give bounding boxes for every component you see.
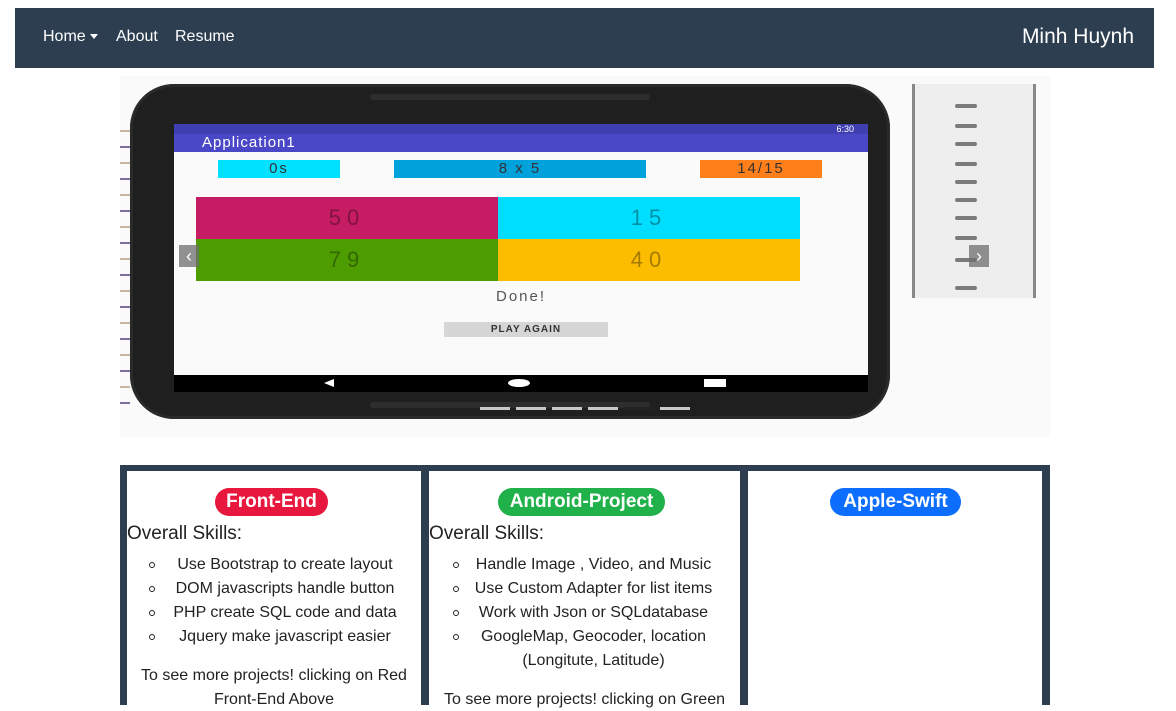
volume-down-icon [955, 142, 977, 146]
nav-home-dropdown[interactable]: Home [43, 28, 98, 46]
home-icon [508, 379, 530, 387]
app-toolbar: Application1 [174, 134, 868, 152]
camera-icon [955, 198, 977, 202]
rotate-icon [955, 162, 977, 166]
nav-home-label: Home [43, 28, 86, 45]
recents-icon [704, 379, 726, 387]
chevron-right-icon: › [976, 246, 982, 266]
apple-swift-card: Apple-Swift [748, 471, 1042, 711]
volume-up-icon [955, 124, 977, 128]
status-time: 6:30 [836, 124, 854, 134]
navbar: Home About Resume Minh Huynh [15, 8, 1154, 68]
caret-down-icon [89, 34, 98, 40]
carousel-next-button[interactable]: › [969, 245, 989, 267]
carousel-indicator[interactable] [480, 407, 510, 410]
list-item: Work with Json or SQLdatabase [429, 601, 740, 625]
carousel-indicator[interactable] [552, 407, 582, 410]
list-item: Jquery make javascript easier [127, 625, 421, 649]
carousel-prev-button[interactable]: ‹ [179, 245, 199, 267]
list-item: Use Bootstrap to create layout [127, 553, 421, 577]
background-code-strip [120, 116, 130, 406]
project-carousel: 6:30 Application1 0s 8 x 5 14/15 50 15 7… [120, 76, 1050, 438]
more-icon [955, 286, 977, 290]
android-nav-bar [174, 375, 868, 392]
list-item: Use Custom Adapter for list items [429, 577, 740, 601]
back-icon [955, 236, 977, 240]
carousel-indicator[interactable] [588, 407, 618, 410]
more-projects-text: To see more projects! clicking on Red Fr… [141, 667, 407, 708]
score-label: 14/15 [700, 160, 822, 178]
front-end-card: Front-End Overall Skills: Use Bootstrap … [127, 471, 421, 711]
front-end-button[interactable]: Front-End [215, 488, 328, 516]
apple-swift-button[interactable]: Apple-Swift [830, 488, 961, 516]
android-status-bar: 6:30 [174, 124, 868, 134]
phone-speaker [370, 94, 650, 100]
zoom-icon [955, 216, 977, 220]
skills-section: Front-End Overall Skills: Use Bootstrap … [120, 465, 1050, 711]
carousel-indicator[interactable] [624, 407, 654, 410]
list-item: PHP create SQL code and data [127, 601, 421, 625]
nav-resume-link[interactable]: Resume [175, 28, 235, 46]
back-icon [324, 379, 334, 387]
app-title: Application1 [202, 134, 296, 151]
phone-screen: 6:30 Application1 0s 8 x 5 14/15 50 15 7… [174, 124, 868, 392]
overall-skills-heading: Overall Skills: [127, 523, 243, 544]
list-item: Handle Image , Video, and Music [429, 553, 740, 577]
play-again-button: PLAY AGAIN [444, 322, 608, 337]
nav-about-link[interactable]: About [116, 28, 158, 46]
answer-button: 79 [196, 239, 498, 281]
android-card: Android-Project Overall Skills: Handle I… [429, 471, 740, 711]
carousel-indicator[interactable] [660, 407, 690, 410]
rotate-icon [955, 180, 977, 184]
list-item: DOM javascripts handle button [127, 577, 421, 601]
more-projects-text: To see more projects! clicking on Green [443, 691, 725, 708]
timer-label: 0s [218, 160, 340, 178]
phone-mockup-image: 6:30 Application1 0s 8 x 5 14/15 50 15 7… [130, 84, 890, 419]
android-project-button[interactable]: Android-Project [498, 488, 665, 516]
skills-list: Handle Image , Video, and Music Use Cust… [429, 553, 740, 673]
carousel-indicator[interactable] [516, 407, 546, 410]
done-text: Done! [495, 288, 547, 305]
answer-button: 15 [498, 197, 800, 239]
chevron-left-icon: ‹ [186, 246, 192, 266]
power-icon [955, 104, 977, 108]
brand-name[interactable]: Minh Huynh [1022, 25, 1134, 49]
overall-skills-heading: Overall Skills: [429, 523, 545, 544]
list-item: GoogleMap, Geocoder, location (Longitute… [429, 625, 740, 673]
answer-button: 40 [498, 239, 800, 281]
answer-button: 50 [196, 197, 498, 239]
skills-list: Use Bootstrap to create layout DOM javas… [127, 553, 421, 649]
question-label: 8 x 5 [394, 160, 646, 178]
